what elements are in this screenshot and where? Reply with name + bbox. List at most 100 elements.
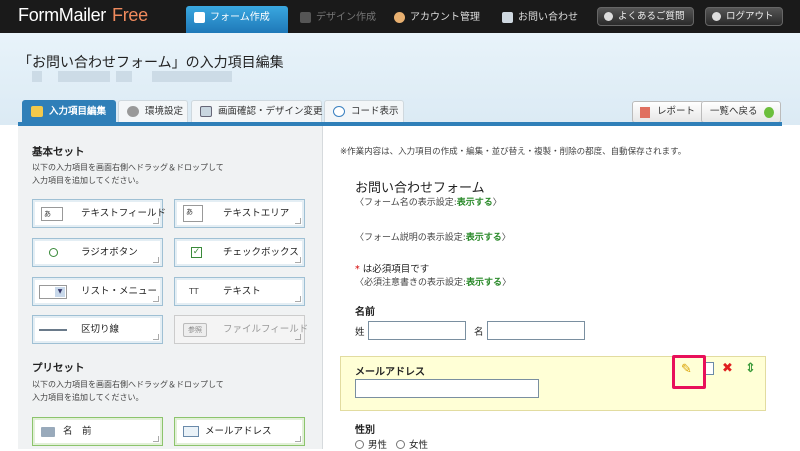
resize-grip-icon: [153, 436, 159, 442]
gender-female-radio[interactable]: [396, 440, 405, 449]
gear-icon: [127, 106, 139, 117]
setting-label: 〈フォーム名の表示設定:: [355, 198, 457, 208]
tab-code[interactable]: コード表示: [324, 100, 404, 122]
delete-icon[interactable]: ✖: [722, 362, 733, 376]
palette-item-label: テキストエリア: [223, 208, 290, 219]
email-input[interactable]: [355, 379, 539, 398]
note-line: 入力項目を追加してください。: [32, 393, 144, 402]
tab-label: 入力項目編集: [49, 106, 107, 117]
code-icon: [333, 106, 345, 117]
palette-item-label: ラジオボタン: [81, 247, 138, 258]
required-note[interactable]: * は必須項目です: [355, 261, 429, 275]
checkbox-icon: ✓: [191, 247, 202, 258]
back-to-list-button[interactable]: 一覧へ戻る: [701, 101, 781, 123]
palette-item-checkbox[interactable]: ✓ チェックボックス: [174, 238, 305, 267]
back-arrow-icon: [763, 107, 774, 118]
back-label: 一覧へ戻る: [710, 106, 758, 117]
nav-tab-design-create[interactable]: デザイン作成: [292, 6, 384, 29]
palette-item-label: チェックボックス: [223, 247, 299, 258]
nav-tab-contact[interactable]: お問い合わせ: [494, 6, 584, 29]
palette-item-radio[interactable]: ラジオボタン: [32, 238, 163, 267]
preset-item-name[interactable]: 名 前: [32, 417, 163, 446]
resize-grip-icon: [153, 218, 159, 224]
move-updown-icon[interactable]: ⇕: [745, 362, 756, 376]
report-icon: [640, 107, 650, 118]
name-field-label: 名前: [355, 307, 375, 318]
setting-label: 〈フォーム説明の表示設定:: [355, 233, 466, 243]
report-label: レポート: [657, 106, 696, 117]
palette-item-divider[interactable]: 区切り線: [32, 315, 163, 344]
faq-button[interactable]: よくあるご質問: [597, 7, 694, 26]
resize-grip-icon: [153, 257, 159, 263]
report-button[interactable]: レポート: [632, 101, 705, 123]
palette-item-text[interactable]: TT テキスト: [174, 277, 305, 306]
edit-icon: [31, 106, 43, 117]
logo-main-text: FormMailer: [18, 5, 107, 25]
resize-grip-icon: [295, 218, 301, 224]
page-title: 「お問い合わせフォーム」の入力項目編集: [18, 55, 284, 71]
redacted-text: [152, 71, 232, 82]
first-name-input[interactable]: [487, 321, 585, 340]
tab-environment[interactable]: 環境設定: [118, 100, 188, 122]
show-toggle-link[interactable]: 表示する: [457, 198, 493, 208]
text-field-icon: あ: [41, 207, 63, 221]
question-icon: [604, 12, 613, 21]
logo-free-text: Free: [112, 5, 148, 25]
show-toggle-link[interactable]: 表示する: [466, 278, 502, 288]
text-icon: TT: [189, 287, 199, 296]
nav-tab-form-create[interactable]: フォーム作成: [186, 6, 288, 33]
name-card-icon: [41, 427, 55, 437]
email-field-label: メールアドレス: [355, 367, 425, 378]
gender-male-radio[interactable]: [355, 440, 364, 449]
form-title[interactable]: お問い合わせフォーム: [355, 177, 485, 196]
note-line: 以下の入力項目を画面右側へドラッグ＆ドロップして: [32, 163, 224, 172]
setting-suffix: 〉: [502, 278, 512, 288]
palette-item-text-area[interactable]: あ テキストエリア: [174, 199, 305, 228]
palette-item-label: テキスト: [223, 286, 261, 297]
last-name-label: 姓: [355, 327, 365, 338]
form-icon: [194, 12, 205, 23]
tab-label: 環境設定: [145, 106, 184, 117]
palette-item-text-field[interactable]: あ テキストフィールド: [32, 199, 166, 228]
basic-set-note: 以下の入力項目を画面右側へドラッグ＆ドロップして 入力項目を追加してください。: [32, 161, 292, 187]
resize-grip-icon: [295, 296, 301, 302]
form-desc-display-setting: 〈フォーム説明の表示設定:表示する〉: [355, 230, 511, 243]
form-name-display-setting: 〈フォーム名の表示設定:表示する〉: [355, 195, 502, 208]
note-line: 以下の入力項目を画面右側へドラッグ＆ドロップして: [32, 380, 224, 389]
formmailer-logo[interactable]: FormMailer Free: [18, 5, 148, 26]
select-icon: ▼: [39, 285, 67, 299]
resize-grip-icon: [295, 334, 301, 340]
setting-suffix: 〉: [492, 198, 502, 208]
screen-icon: [200, 106, 212, 117]
palette-item-label: メールアドレス: [205, 426, 272, 437]
logout-button[interactable]: ログアウト: [705, 7, 783, 26]
tab-screen-design[interactable]: 画面確認・デザイン変更: [191, 100, 323, 122]
nav-tab-account[interactable]: アカウント管理: [386, 6, 490, 29]
gender-field-label: 性別: [355, 425, 375, 436]
tab-label: 画面確認・デザイン変更: [218, 106, 323, 117]
resize-grip-icon: [295, 436, 301, 442]
redacted-text: [32, 71, 42, 82]
show-toggle-link[interactable]: 表示する: [466, 233, 502, 243]
user-icon: [394, 12, 405, 23]
resize-grip-icon: [153, 334, 159, 340]
palette-item-list-menu[interactable]: ▼ リスト・メニュー: [32, 277, 163, 306]
note-line: 入力項目を追加してください。: [32, 176, 144, 185]
highlight-callout-box: [672, 355, 706, 389]
redacted-text: [58, 71, 110, 82]
required-display-setting: 〈必須注意書きの表示設定:表示する〉: [355, 275, 511, 288]
text-area-icon: あ: [183, 205, 203, 222]
basic-set-heading: 基本セット: [32, 146, 85, 158]
logout-icon: [712, 12, 721, 21]
required-text: は必須項目です: [359, 264, 430, 275]
preset-heading: プリセット: [32, 362, 85, 374]
logout-label: ログアウト: [726, 11, 774, 22]
mail-icon: [502, 12, 513, 23]
faq-label: よくあるご質問: [618, 11, 685, 22]
preset-note: 以下の入力項目を画面右側へドラッグ＆ドロップして 入力項目を追加してください。: [32, 378, 292, 404]
tab-item-edit[interactable]: 入力項目編集: [22, 100, 116, 122]
preset-item-email[interactable]: メールアドレス: [174, 417, 305, 446]
last-name-input[interactable]: [368, 321, 466, 340]
nav-tab-label: お問い合わせ: [518, 12, 578, 23]
file-button-icon: 参照: [183, 323, 207, 337]
